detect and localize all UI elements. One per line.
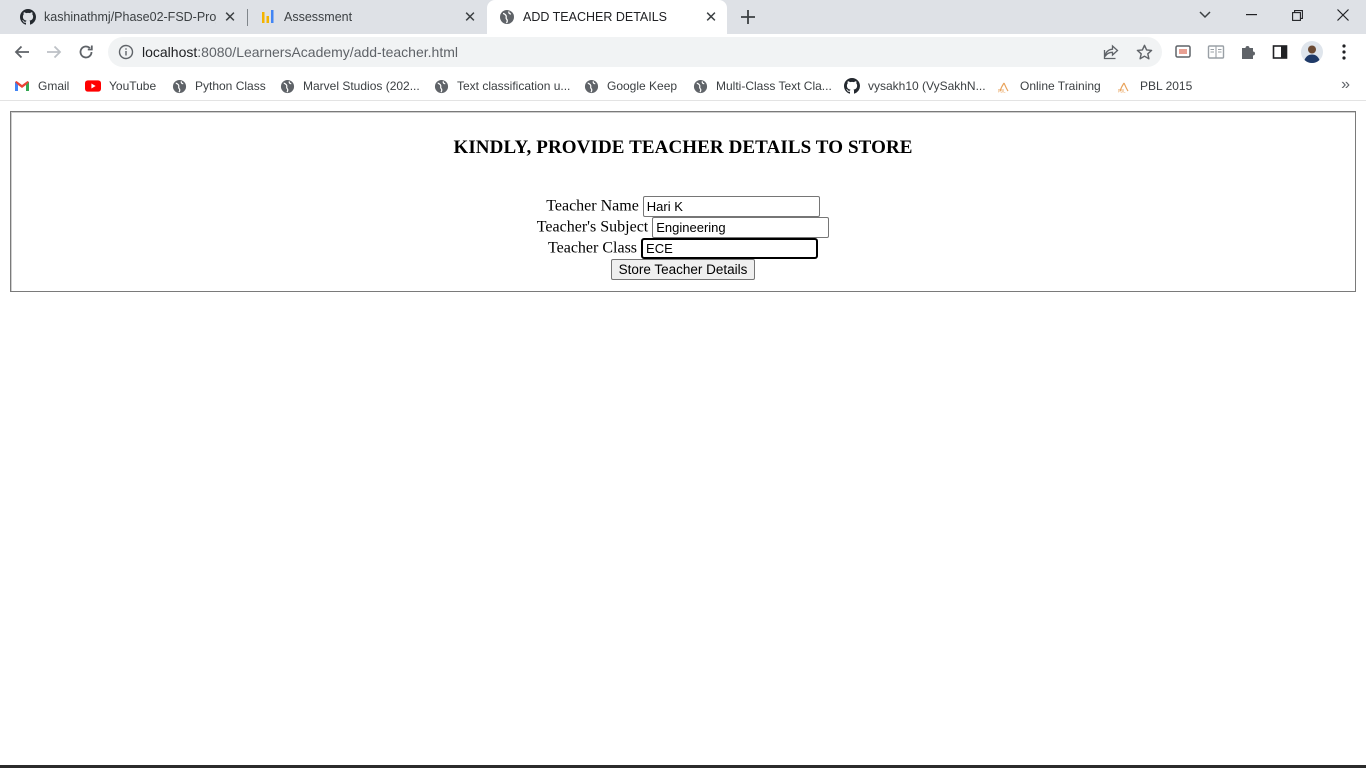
bookmark-google-keep[interactable]: Google Keep xyxy=(583,76,677,96)
bar-chart-icon xyxy=(260,9,276,25)
teacher-class-label: Teacher Class xyxy=(547,239,638,257)
new-tab-button[interactable] xyxy=(736,5,760,29)
bookmark-label: Online Training xyxy=(1020,79,1101,93)
pbl-icon: PBL xyxy=(996,78,1012,94)
extension-reader-icon[interactable] xyxy=(1206,42,1226,62)
pbl-icon: PBL xyxy=(1116,78,1132,94)
tab-title: Assessment xyxy=(284,10,353,24)
profile-avatar[interactable] xyxy=(1301,41,1323,63)
svg-text:PBL: PBL xyxy=(998,89,1006,94)
page-content: KINDLY, PROVIDE TEACHER DETAILS TO STORE… xyxy=(0,102,1366,768)
close-icon[interactable]: ✕ xyxy=(462,9,478,26)
side-panel-icon[interactable] xyxy=(1270,42,1290,62)
bookmark-label: Marvel Studios (202... xyxy=(303,79,420,93)
globe-icon xyxy=(692,78,708,94)
address-bar[interactable]: localhost:8080/LearnersAcademy/add-teach… xyxy=(108,37,1162,67)
close-icon[interactable]: ✕ xyxy=(222,9,238,26)
forward-button[interactable] xyxy=(40,38,68,66)
bookmark-label: Gmail xyxy=(38,79,70,93)
teacher-subject-input[interactable] xyxy=(652,217,830,238)
tab-add-teacher-details[interactable]: ADD TEACHER DETAILS ✕ xyxy=(487,0,727,34)
globe-icon xyxy=(171,78,187,94)
teacher-subject-label: Teacher's Subject xyxy=(536,218,649,236)
bookmark-label: Multi-Class Text Cla... xyxy=(716,79,832,93)
bookmark-youtube[interactable]: YouTube xyxy=(85,76,156,96)
tab-title: ADD TEACHER DETAILS xyxy=(523,10,668,24)
restore-button[interactable] xyxy=(1274,0,1320,30)
minimize-button[interactable] xyxy=(1228,0,1274,30)
teacher-name-label: Teacher Name xyxy=(546,197,639,215)
url-path: :8080/LearnersAcademy/add-teacher.html xyxy=(197,44,458,60)
teacher-name-row: Teacher Name xyxy=(11,196,1355,217)
gmail-icon xyxy=(14,78,30,94)
globe-icon xyxy=(583,78,599,94)
bookmark-online-training[interactable]: PBL Online Training xyxy=(996,76,1101,96)
bookmark-multi-class-text[interactable]: Multi-Class Text Cla... xyxy=(692,76,832,96)
svg-text:PBL: PBL xyxy=(1118,89,1126,94)
extension-cast-icon[interactable] xyxy=(1173,42,1193,62)
bookmark-label: Python Class xyxy=(195,79,266,93)
bookmark-label: PBL 2015 xyxy=(1140,79,1193,93)
close-window-button[interactable] xyxy=(1320,0,1366,30)
teacher-name-input[interactable] xyxy=(642,196,820,217)
extensions-puzzle-icon[interactable] xyxy=(1238,42,1258,62)
url-host: localhost xyxy=(142,44,198,60)
more-bookmarks-chevron-icon[interactable]: » xyxy=(1341,76,1350,94)
tab-search-button[interactable] xyxy=(1182,0,1228,30)
globe-icon xyxy=(499,9,515,25)
close-icon[interactable]: ✕ xyxy=(703,9,719,26)
globe-icon xyxy=(433,78,449,94)
globe-icon xyxy=(279,78,295,94)
bookmark-label: YouTube xyxy=(109,79,157,93)
store-teacher-details-button[interactable]: Store Teacher Details xyxy=(610,259,756,280)
teacher-class-row: Teacher Class xyxy=(11,238,1355,259)
bookmark-vysakh10-github[interactable]: vysakh10 (VySakhN... xyxy=(844,76,986,96)
tab-github-repo[interactable]: kashinathmj/Phase02-FSD-Project ✕ xyxy=(0,0,246,34)
github-icon xyxy=(844,78,860,94)
tab-strip: kashinathmj/Phase02-FSD-Project ✕ Assess… xyxy=(0,0,1366,34)
teacher-subject-row: Teacher's Subject xyxy=(11,217,1355,238)
tab-assessment[interactable]: Assessment ✕ xyxy=(240,0,486,34)
reload-button[interactable] xyxy=(72,38,100,66)
teacher-class-input[interactable] xyxy=(641,238,819,259)
info-icon[interactable] xyxy=(118,44,134,60)
page-heading: KINDLY, PROVIDE TEACHER DETAILS TO STORE xyxy=(453,137,913,158)
bookmark-label: Google Keep xyxy=(607,79,678,93)
bookmark-gmail[interactable]: Gmail xyxy=(14,76,69,96)
back-button[interactable] xyxy=(8,38,36,66)
bookmarks-bar: Gmail YouTube Python Class Marvel Studio… xyxy=(0,71,1366,101)
tab-title: kashinathmj/Phase02-FSD-Project xyxy=(44,10,216,24)
bookmark-label: Text classification u... xyxy=(457,79,571,93)
url-text[interactable]: localhost:8080/LearnersAcademy/add-teach… xyxy=(142,44,458,60)
submit-row: Store Teacher Details xyxy=(11,259,1355,280)
browser-toolbar: localhost:8080/LearnersAcademy/add-teach… xyxy=(0,34,1366,71)
share-icon[interactable] xyxy=(1102,43,1120,61)
teacher-form-fieldset: KINDLY, PROVIDE TEACHER DETAILS TO STORE… xyxy=(10,111,1356,292)
youtube-icon xyxy=(85,78,101,94)
bookmark-marvel-studios[interactable]: Marvel Studios (202... xyxy=(279,76,420,96)
bookmark-star-icon[interactable] xyxy=(1135,43,1153,61)
github-icon xyxy=(20,9,36,25)
bookmark-python-class[interactable]: Python Class xyxy=(171,76,266,96)
bookmark-text-classification[interactable]: Text classification u... xyxy=(433,76,570,96)
menu-kebab-icon[interactable] xyxy=(1334,42,1354,62)
bookmark-label: vysakh10 (VySakhN... xyxy=(868,79,986,93)
bookmark-pbl-2015[interactable]: PBL PBL 2015 xyxy=(1116,76,1192,96)
